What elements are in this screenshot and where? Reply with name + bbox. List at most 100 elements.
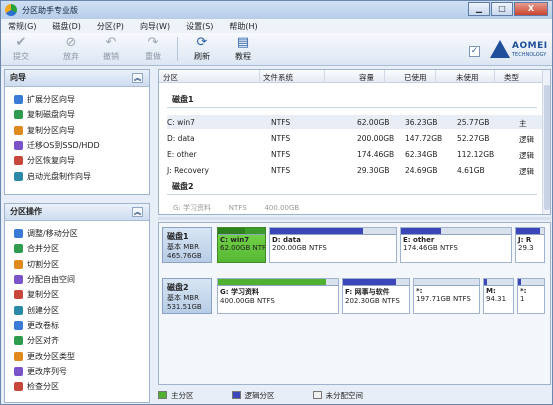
disk1-kind: 基本 MBR <box>167 243 199 251</box>
ops-item-label: 分区对齐 <box>27 336 59 346</box>
wizard-item-label: 启动光盘制作向导 <box>27 171 91 181</box>
disk2-kind: 基本 MBR <box>167 294 199 302</box>
col-partition[interactable]: 分区 <box>163 72 178 83</box>
cell-free: 4.61GB <box>457 166 485 175</box>
ops-item[interactable]: 检查分区 <box>5 379 149 394</box>
wizard-item[interactable]: 分区恢复向导 <box>5 153 149 168</box>
col-type[interactable]: 类型 <box>504 72 519 83</box>
window-controls: ▁ □ X <box>467 2 548 16</box>
ops-item[interactable]: 合并分区 <box>5 241 149 256</box>
cell-name: E: other <box>167 150 197 159</box>
wizard-item[interactable]: 扩展分区向导 <box>5 92 149 107</box>
wizard-item-label: 分区恢复向导 <box>27 156 75 166</box>
commit-button[interactable]: ✔ 提交 <box>7 36 35 62</box>
ops-item-icon <box>14 229 23 239</box>
ops-item[interactable]: 创建分区 <box>5 302 149 317</box>
wizard-item-label: 复制磁盘向导 <box>27 110 75 120</box>
menu-general[interactable]: 常规(G) <box>1 21 45 32</box>
collapse-wizard-button[interactable]: ︽ <box>132 73 143 83</box>
usage-bar <box>401 228 511 235</box>
wizard-item[interactable]: 复制磁盘向导 <box>5 107 149 122</box>
ops-item-label: 更改分区类型 <box>27 351 75 361</box>
table-row[interactable]: J: Recovery NTFS 29.30GB 24.69GB 4.61GB 逻辑 <box>167 163 542 177</box>
col-used[interactable]: 已使用 <box>404 72 427 83</box>
undo-icon: ↶ <box>105 35 117 50</box>
menu-disk[interactable]: 磁盘(D) <box>45 21 89 32</box>
ops-item-label: 更改卷标 <box>27 320 59 330</box>
ops-item[interactable]: 更改分区类型 <box>5 348 149 363</box>
wizard-panel-title: 向导 <box>10 73 26 82</box>
cell-type: 主 <box>519 119 527 128</box>
partition-block[interactable]: G: 学习资料 400.00GB NTFS <box>217 278 339 314</box>
collapse-ops-button[interactable]: ︽ <box>132 207 143 217</box>
cell-name: C: win7 <box>167 118 195 127</box>
close-button[interactable]: X <box>514 2 548 16</box>
wizard-item-icon <box>14 156 23 166</box>
partition-info: 200.00GB NTFS <box>272 244 327 252</box>
tutorial-button[interactable]: ▤ 教程 <box>229 36 257 62</box>
wizard-item-label: 迁移OS到SSD/HDD <box>27 141 100 151</box>
wizard-item[interactable]: 复制分区向导 <box>5 123 149 138</box>
ops-panel: 分区操作 ︽ 调整/移动分区 合并分区 切割分区 分配自由空间 复制分区 创建分区 更改卷标… <box>4 203 150 403</box>
col-filesystem[interactable]: 文件系统 <box>263 72 293 83</box>
discard-button[interactable]: ⊘ 放弃 <box>57 36 85 62</box>
disk1-info[interactable]: 磁盘1 基本 MBR 465.76GB <box>162 227 212 263</box>
redo-button[interactable]: ↷ 重做 <box>139 36 167 62</box>
ops-item[interactable]: 分区对齐 <box>5 333 149 348</box>
ops-item[interactable]: 复制分区 <box>5 287 149 302</box>
refresh-icon: ⟳ <box>196 35 208 50</box>
partition-block[interactable]: E: other 174.46GB NTFS <box>400 227 512 263</box>
menu-help[interactable]: 帮助(H) <box>222 21 266 32</box>
cell-fs: NTFS <box>271 166 291 175</box>
partition-title: E: other <box>403 236 435 244</box>
menu-wizard[interactable]: 向导(W) <box>133 21 179 32</box>
cell-size: 29.30GB <box>357 166 390 175</box>
table-row[interactable]: E: other NTFS 174.46GB 62.34GB 112.12GB 逻辑 <box>167 147 542 161</box>
ops-item-label: 更改序列号 <box>27 366 67 376</box>
maximize-button[interactable]: □ <box>491 2 513 16</box>
scrollbar-thumb[interactable] <box>544 85 550 210</box>
disk1-size: 465.76GB <box>167 252 202 260</box>
col-size[interactable]: 容量 <box>359 72 374 83</box>
legend-primary-swatch <box>158 391 167 399</box>
undo-button[interactable]: ↶ 撤销 <box>97 36 125 62</box>
partition-title: *: <box>520 287 527 295</box>
pane-splitter[interactable] <box>158 217 551 220</box>
ops-item[interactable]: 调整/移动分区 <box>5 226 149 241</box>
col-free[interactable]: 未使用 <box>456 72 479 83</box>
ops-item[interactable]: 更改卷标 <box>5 318 149 333</box>
ops-item[interactable]: 更改序列号 <box>5 364 149 379</box>
wizard-item[interactable]: 启动光盘制作向导 <box>5 168 149 183</box>
refresh-button[interactable]: ⟳ 刷新 <box>188 36 216 62</box>
cell-fs: NTFS <box>271 118 291 127</box>
left-sidebar: 向导 ︽ 扩展分区向导复制磁盘向导复制分区向导迁移OS到SSD/HDD 分区恢复向… <box>4 69 150 403</box>
table-row[interactable]: D: data NTFS 200.00GB 147.72GB 52.27GB 逻辑 <box>167 131 542 145</box>
table-row[interactable]: C: win7 NTFS 62.00GB 36.23GB 25.77GB 主 <box>167 115 542 129</box>
partition-block[interactable]: F: 网事与软件 202.30GB NTFS <box>342 278 410 314</box>
usage-bar <box>218 279 338 286</box>
menu-settings[interactable]: 设置(S) <box>179 21 222 32</box>
menu-partition[interactable]: 分区(P) <box>90 21 133 32</box>
ops-item-label: 检查分区 <box>27 382 59 392</box>
cell-free: 25.77GB <box>457 118 490 127</box>
disk2-label: 磁盘2 <box>167 283 189 292</box>
partition-title: M: <box>486 287 496 295</box>
wizard-item[interactable]: 迁移OS到SSD/HDD <box>5 138 149 153</box>
partition-block[interactable]: *: 1 <box>517 278 545 314</box>
ops-item[interactable]: 切割分区 <box>5 257 149 272</box>
ops-list: 调整/移动分区 合并分区 切割分区 分配自由空间 复制分区 创建分区更改卷标分区对齐更改分… <box>5 221 149 394</box>
table-scrollbar[interactable] <box>542 70 550 214</box>
partition-block[interactable]: D: data 200.00GB NTFS <box>269 227 397 263</box>
window-title: 分区助手专业版 <box>22 5 78 15</box>
ops-item[interactable]: 分配自由空间 <box>5 272 149 287</box>
partition-block[interactable]: *: 197.71GB NTFS <box>413 278 480 314</box>
partial-row[interactable]: G: 学习资料 NTFS 400.00GB <box>173 203 299 213</box>
wizard-item-icon <box>14 95 23 105</box>
minimize-button[interactable]: ▁ <box>468 2 490 16</box>
partition-block[interactable]: C: win7 62.00GB NTFS <box>217 227 266 263</box>
wizard-item-icon <box>14 141 23 151</box>
partition-block[interactable]: J: R 29.3 <box>515 227 545 263</box>
partition-block[interactable]: M: 94.31 <box>483 278 514 314</box>
options-checkbox[interactable]: ✓ <box>469 46 480 57</box>
disk2-info[interactable]: 磁盘2 基本 MBR 531.51GB <box>162 278 212 314</box>
